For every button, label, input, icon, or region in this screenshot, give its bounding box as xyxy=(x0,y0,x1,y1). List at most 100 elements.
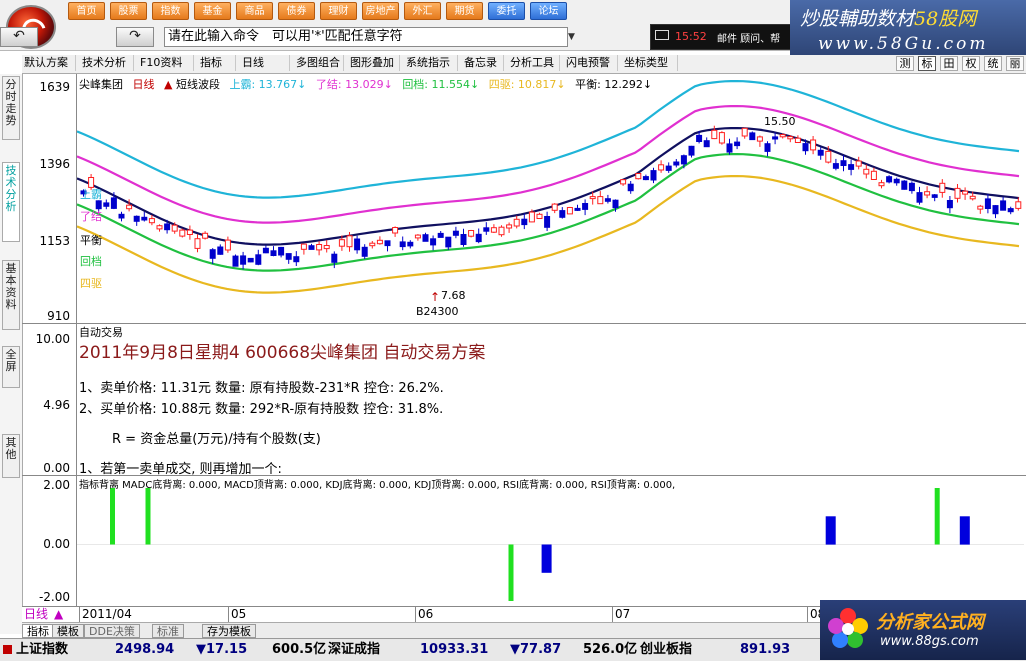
candlestick xyxy=(156,224,163,232)
top-button-forum[interactable]: 论坛 xyxy=(530,2,567,20)
nav-tab-intraday[interactable]: 分时走势 xyxy=(2,76,20,140)
candlestick xyxy=(832,158,839,171)
back-button[interactable]: ↶ xyxy=(0,27,38,47)
view-tab-stats[interactable]: 统 xyxy=(984,56,1002,71)
top-button-index[interactable]: 指数 xyxy=(152,2,189,20)
top-button-forex[interactable]: 外汇 xyxy=(404,2,441,20)
menu-tech-analysis[interactable]: 技术分析 xyxy=(80,55,134,71)
candlestick xyxy=(878,179,885,189)
candlestick xyxy=(635,173,642,180)
brand-bottom-url: www.88gs.com xyxy=(880,634,979,649)
mail-text: 邮件 顾问、帮 xyxy=(717,34,781,45)
top-button-trade[interactable]: 委托 xyxy=(488,2,525,20)
tab-dde[interactable]: DDE决策 xyxy=(84,624,140,638)
candlestick xyxy=(863,164,870,179)
candlestick xyxy=(772,132,779,145)
tab-indicator[interactable]: 指标 xyxy=(22,624,54,638)
view-tab-mark[interactable]: 标 xyxy=(918,56,936,71)
view-tab-grid[interactable]: 田 xyxy=(940,56,958,71)
nav-tab-other[interactable]: 其他 xyxy=(2,434,20,478)
menu-overlay[interactable]: 图形叠加 xyxy=(348,55,400,71)
sh-index-amount: 600.5亿 xyxy=(272,642,327,657)
top-button-futures[interactable]: 期货 xyxy=(446,2,483,20)
candlestick xyxy=(452,226,459,239)
exit-band-line xyxy=(77,105,1020,224)
view-tab-rights[interactable]: 权 xyxy=(962,56,980,71)
stock-name[interactable]: 尖峰集团 xyxy=(79,78,123,91)
candlestick xyxy=(316,241,323,256)
candlestick xyxy=(741,127,748,139)
command-dropdown-icon[interactable]: ▼ xyxy=(568,27,580,47)
candlestick xyxy=(582,199,589,216)
view-tab-beauty[interactable]: 丽 xyxy=(1006,56,1024,71)
buy-signal-label: B24300 xyxy=(416,305,459,318)
price-tick: 1396 xyxy=(39,157,70,171)
mail-ticker[interactable]: 15:52 邮件 顾问、帮 xyxy=(650,24,792,50)
price-tick: 1639 xyxy=(39,80,70,94)
candlestick xyxy=(787,135,794,143)
candlestick xyxy=(779,133,786,139)
menu-memo[interactable]: 备忘录 xyxy=(462,55,504,71)
candlestick xyxy=(1000,196,1007,211)
indicator-name[interactable]: 短线波段 xyxy=(176,78,220,91)
plan-line: 1、卖单价格: 11.31元 数量: 原有持股数-231*R 控仓: 26.2%… xyxy=(79,381,444,396)
view-tab-measure[interactable]: 测 xyxy=(896,56,914,71)
tab-save-template[interactable]: 存为模板 xyxy=(202,624,256,638)
brand-banner-top: 炒股輔助数材58股网 www.58Gu.com xyxy=(790,0,1026,62)
divergence-axis-tick: 0.00 xyxy=(43,537,70,551)
menu-indicator[interactable]: 指标 xyxy=(198,55,236,71)
top-button-bond[interactable]: 债券 xyxy=(278,2,315,20)
divergence-bar xyxy=(541,544,552,573)
band-label-upper: 上霸 xyxy=(80,188,102,201)
forward-button[interactable]: ↷ xyxy=(116,27,154,47)
candlestick xyxy=(908,181,915,194)
top-button-fund[interactable]: 基金 xyxy=(194,2,231,20)
sz-index-name[interactable]: 深证成指 xyxy=(328,642,380,658)
high-annotation: 15.50 xyxy=(764,115,796,128)
nav-tab-tech-analysis[interactable]: 技术分析 xyxy=(2,162,20,242)
period-tag[interactable]: 日线 xyxy=(24,607,48,622)
top-button-realestate[interactable]: 房地产 xyxy=(362,2,399,20)
cy-index-name[interactable]: 创业板指 xyxy=(640,642,692,658)
candlestick xyxy=(490,224,497,233)
low-annotation: 7.68 xyxy=(441,289,466,302)
menu-system-hint[interactable]: 系统指示 xyxy=(404,55,458,71)
top-button-commodity[interactable]: 商品 xyxy=(236,2,273,20)
period-tag-icon[interactable]: ▲ xyxy=(54,607,63,622)
top-button-finance[interactable]: 理财 xyxy=(320,2,357,20)
plan-axis-tick: 0.00 xyxy=(43,461,70,475)
price-axis: 1639 1396 1153 910 10.00 4.96 0.00 2.00 … xyxy=(22,74,77,606)
tab-template[interactable]: 模板 xyxy=(52,624,84,638)
top-button-home[interactable]: 首页 xyxy=(68,2,105,20)
menu-default-scheme[interactable]: 默认方案 xyxy=(22,55,76,71)
candlestick xyxy=(202,231,209,240)
candlestick xyxy=(749,131,756,141)
candlestick xyxy=(354,235,361,254)
candlestick xyxy=(703,137,710,148)
menu-f10[interactable]: F10资料 xyxy=(138,55,194,71)
candlestick xyxy=(513,215,520,229)
menu-coord-type[interactable]: 坐标类型 xyxy=(622,55,678,71)
sh-index-name[interactable]: 上证指数 xyxy=(16,642,68,658)
candlestick xyxy=(939,179,946,198)
nav-tab-fundamentals[interactable]: 基本资料 xyxy=(2,260,20,330)
candlestick xyxy=(984,194,991,214)
candlestick xyxy=(475,228,482,244)
nav-tab-fullscreen[interactable]: 全屏 xyxy=(2,346,20,388)
menu-analysis-tools[interactable]: 分析工具 xyxy=(508,55,560,71)
candlestick xyxy=(414,234,421,241)
menu-daily[interactable]: 日线 xyxy=(240,55,290,71)
menu-multi-chart[interactable]: 多图组合 xyxy=(294,55,344,71)
candlestick xyxy=(430,235,437,251)
divergence-chart[interactable] xyxy=(77,476,1024,605)
menu-flash-alert[interactable]: 闪电预警 xyxy=(564,55,618,71)
plan-axis-tick: 4.96 xyxy=(43,398,70,412)
price-chart[interactable] xyxy=(77,75,1024,323)
candlestick xyxy=(817,147,824,160)
top-button-stock[interactable]: 股票 xyxy=(110,2,147,20)
tab-standard[interactable]: 标准 xyxy=(152,624,184,638)
candlestick xyxy=(376,236,383,245)
command-input[interactable]: 请在此输入命令 可以用'*'匹配任意字符 xyxy=(164,27,568,47)
indicator-icon: ▲ xyxy=(164,78,173,91)
candlestick xyxy=(673,159,680,168)
